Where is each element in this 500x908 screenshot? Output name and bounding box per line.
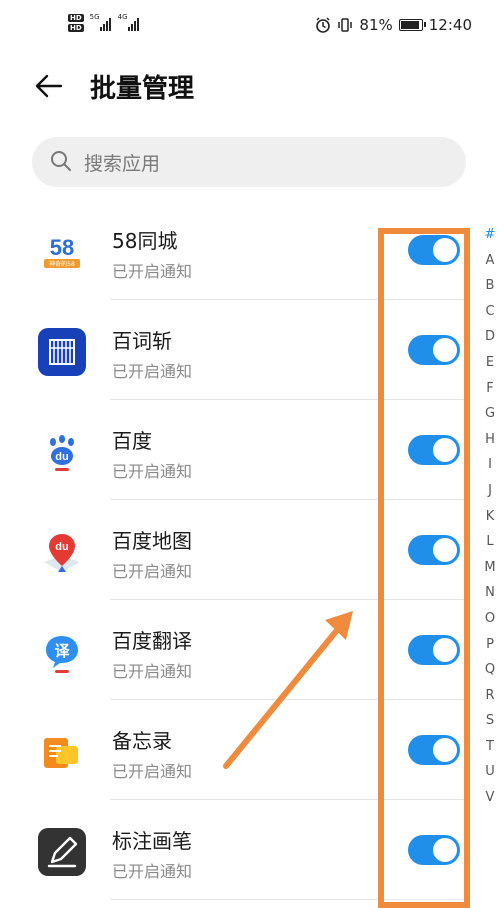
battery-icon bbox=[398, 19, 426, 31]
vibrate-icon bbox=[338, 18, 353, 32]
annotation-pen-icon bbox=[38, 828, 86, 876]
index-letter[interactable]: U bbox=[480, 759, 500, 785]
app-status: 已开启通知 bbox=[112, 662, 193, 681]
search-placeholder: 搜索应用 bbox=[84, 153, 161, 175]
battery-percent: 81% bbox=[359, 16, 393, 34]
index-letter[interactable]: D bbox=[480, 324, 500, 350]
app-name: 百度 bbox=[112, 429, 152, 453]
signal-4g-icon: 4G bbox=[117, 13, 142, 31]
notification-toggle[interactable] bbox=[408, 335, 460, 365]
app-status: 已开启通知 bbox=[112, 762, 193, 781]
signal-5g-label: 5G bbox=[89, 13, 100, 21]
status-left: HD HD 5G 4G bbox=[68, 13, 142, 32]
status-bar: HD HD 5G 4G 81% 12:40 bbox=[0, 0, 500, 52]
page-header: 批量管理 bbox=[0, 62, 500, 110]
signal-4g-label: 4G bbox=[117, 13, 128, 21]
index-letter[interactable]: P bbox=[480, 632, 500, 658]
index-letter[interactable]: Q bbox=[480, 657, 500, 683]
search-input[interactable]: 搜索应用 bbox=[32, 137, 466, 187]
index-letter[interactable]: J bbox=[480, 478, 500, 504]
app-name: 百度地图 bbox=[112, 529, 192, 553]
index-letter[interactable]: K bbox=[480, 504, 500, 530]
list-item: 备忘录 已开启通知 bbox=[0, 700, 470, 800]
hd-badge-2: HD bbox=[68, 24, 84, 32]
app-status: 已开启通知 bbox=[112, 262, 193, 281]
baidu-map-icon: du bbox=[38, 528, 86, 576]
hd-badge-1: HD bbox=[68, 14, 84, 22]
index-letter[interactable]: C bbox=[480, 299, 500, 325]
list-item: du 百度地图 已开启通知 bbox=[0, 500, 470, 600]
list-item: 译 百度翻译 已开启通知 bbox=[0, 600, 470, 700]
back-arrow-icon[interactable] bbox=[34, 72, 64, 100]
list-item: 58 神奇的58 58同城 已开启通知 bbox=[0, 200, 470, 300]
app-name: 58同城 bbox=[112, 229, 178, 253]
index-letter[interactable]: G bbox=[480, 401, 500, 427]
index-letter[interactable]: I bbox=[480, 452, 500, 478]
index-letter[interactable]: L bbox=[480, 529, 500, 555]
page-title: 批量管理 bbox=[90, 74, 195, 104]
list-item: 百词斩 已开启通知 bbox=[0, 300, 470, 400]
app-name: 标注画笔 bbox=[112, 829, 192, 853]
list-item: 标注画笔 已开启通知 bbox=[0, 800, 470, 900]
icon-du-text-map: du bbox=[55, 541, 68, 553]
notification-toggle[interactable] bbox=[408, 835, 460, 865]
notification-toggle[interactable] bbox=[408, 735, 460, 765]
clock: 12:40 bbox=[428, 16, 472, 34]
icon-58-text: 58 bbox=[50, 235, 74, 260]
app-status: 已开启通知 bbox=[112, 562, 193, 581]
icon-du-text: du bbox=[55, 451, 68, 463]
status-right: 81% 12:40 bbox=[315, 16, 472, 34]
notification-toggle[interactable] bbox=[408, 435, 460, 465]
signal-5g-icon: 5G bbox=[89, 13, 112, 31]
58-tongcheng-icon: 58 神奇的58 bbox=[38, 228, 86, 276]
list-item: du 百度 已开启通知 bbox=[0, 400, 470, 500]
baicizhan-icon bbox=[38, 328, 86, 376]
index-letter[interactable]: A bbox=[480, 248, 500, 274]
index-letter[interactable]: # bbox=[480, 222, 500, 248]
index-letter[interactable]: S bbox=[480, 708, 500, 734]
app-status: 已开启通知 bbox=[112, 862, 193, 881]
index-letter[interactable]: H bbox=[480, 427, 500, 453]
baidu-translate-icon: 译 bbox=[38, 628, 86, 676]
baidu-icon: du bbox=[38, 428, 86, 476]
search-icon bbox=[51, 151, 71, 171]
notification-toggle[interactable] bbox=[408, 635, 460, 665]
index-letter[interactable]: E bbox=[480, 350, 500, 376]
index-letter[interactable]: O bbox=[480, 606, 500, 632]
index-letter[interactable]: T bbox=[480, 734, 500, 760]
alphabet-index[interactable]: # A B C D E F G H I J K L M N O P Q R S T U V bbox=[480, 222, 500, 811]
index-letter[interactable]: V bbox=[480, 785, 500, 811]
app-status: 已开启通知 bbox=[112, 362, 193, 381]
index-letter[interactable]: F bbox=[480, 376, 500, 402]
notification-toggle[interactable] bbox=[408, 535, 460, 565]
hd-indicators: HD HD bbox=[68, 14, 84, 32]
app-status: 已开启通知 bbox=[112, 462, 193, 481]
alarm-icon bbox=[316, 17, 331, 33]
index-letter[interactable]: R bbox=[480, 683, 500, 709]
notification-toggle[interactable] bbox=[408, 235, 460, 265]
memo-icon bbox=[38, 728, 86, 776]
index-letter[interactable]: N bbox=[480, 580, 500, 606]
index-letter[interactable]: M bbox=[480, 555, 500, 581]
index-letter[interactable]: B bbox=[480, 273, 500, 299]
app-name: 百词斩 bbox=[112, 329, 172, 353]
app-name: 百度翻译 bbox=[112, 629, 192, 653]
icon-trans-text: 译 bbox=[54, 642, 70, 660]
app-name: 备忘录 bbox=[112, 729, 172, 753]
icon-58-sub: 神奇的58 bbox=[49, 260, 75, 268]
